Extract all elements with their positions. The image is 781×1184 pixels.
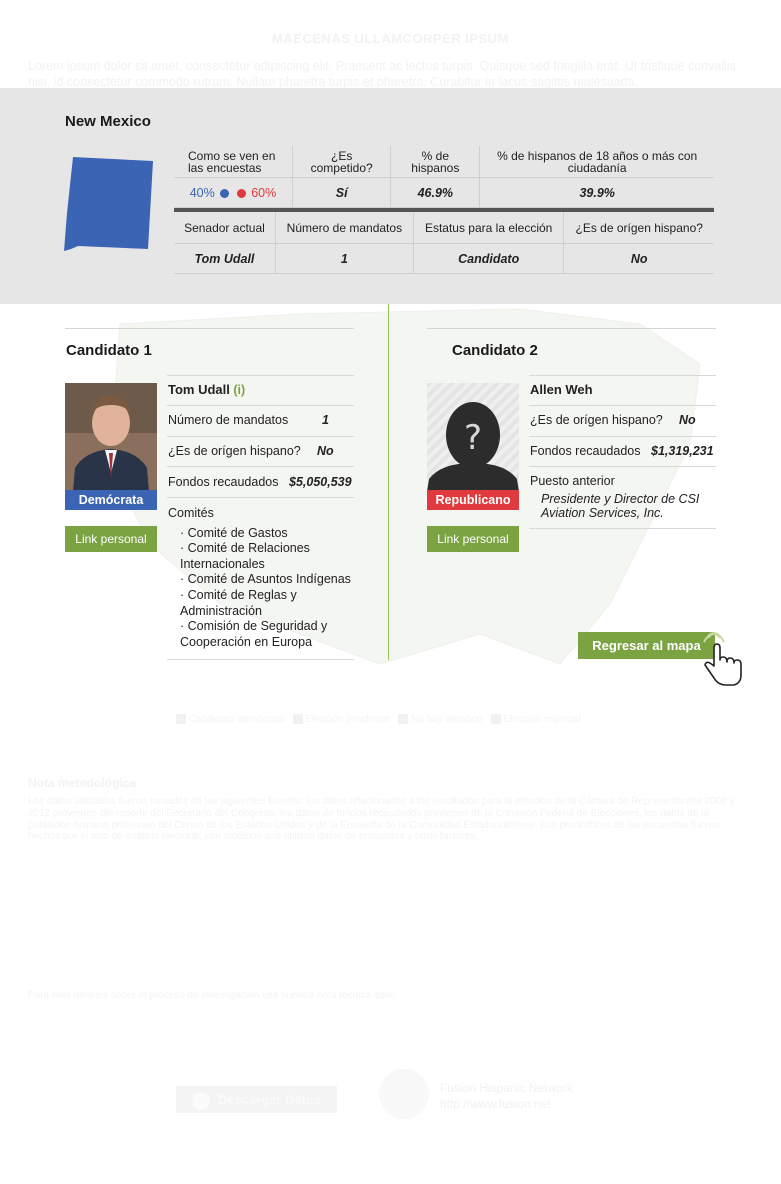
candidate2-placeholder-photo: ? — [427, 383, 519, 492]
senator-table: Senador actual Número de mandatos Estatu… — [174, 212, 714, 274]
hispanic-adult-value: 39.9% — [479, 177, 714, 208]
row-line — [167, 466, 354, 467]
committee-item: · Comisión de Seguridad y Cooperación en… — [180, 619, 328, 649]
download-icon — [191, 1091, 210, 1110]
network-url: http://www.fusion.net — [440, 1097, 551, 1111]
methodology-body: Los datos utilizados fueron tomados de l… — [28, 796, 735, 843]
network-logo-icon — [379, 1069, 429, 1119]
row-line — [529, 405, 716, 406]
legend-swatch — [292, 714, 303, 725]
legend-item: Elección especial — [503, 714, 581, 725]
back-to-map-label: Regresar al mapa — [592, 638, 701, 653]
row-line — [529, 375, 716, 376]
question-mark-icon: ? — [464, 418, 482, 458]
row-line — [529, 436, 716, 437]
state-name: New Mexico — [65, 113, 151, 130]
hispanic-value: No — [563, 243, 714, 274]
candidate1-committees-label: Comités — [168, 506, 214, 520]
candidate2-hispanic-value: No — [679, 413, 696, 427]
senator-header: Senador actual — [174, 212, 276, 244]
terms-header: Número de mandatos — [275, 212, 414, 244]
methodology-title: Nota metodológica — [28, 776, 137, 790]
candidate2-top-line — [427, 328, 716, 329]
network-name: Fusion Hispanic Network — [440, 1081, 573, 1095]
poll-header: Como se ven en las encuestas — [174, 146, 293, 178]
legend-item: Elección pendiente — [305, 714, 391, 725]
candidate1-top-line — [65, 328, 354, 329]
row-line — [167, 659, 354, 660]
legend-item: Candidato demócrata — [188, 714, 285, 725]
red-dot-icon — [236, 188, 246, 198]
download-data-button[interactable]: Descargar Datos — [176, 1086, 337, 1113]
legend-swatch — [398, 714, 409, 725]
candidate2-link-button[interactable]: Link personal — [427, 526, 519, 552]
network-info: Fusion Hispanic Network http://www.fusio… — [440, 1080, 573, 1112]
candidate1-funds-label: Fondos recaudados — [168, 475, 279, 489]
candidate2-hispanic-label: ¿Es de orígen hispano? — [530, 413, 663, 427]
candidates-divider — [388, 304, 389, 660]
candidate1-terms-value: 1 — [322, 413, 329, 427]
candidate2-funds-label: Fondos recaudados — [530, 444, 641, 458]
candidate1-terms-label: Número de mandatos — [168, 413, 289, 427]
legend: Candidato demócrata Elección pendiente N… — [176, 714, 581, 726]
legend-swatch — [176, 714, 186, 725]
incumbent-mark: (i) — [233, 383, 246, 397]
row-line — [167, 405, 354, 406]
candidate2-title: Candidato 2 — [452, 342, 538, 359]
candidate1-party-badge: Demócrata — [65, 490, 157, 510]
candidate2-prev-label: Puesto anterior — [530, 474, 615, 488]
hispanic-pct-header: % de hispanos — [390, 146, 481, 178]
candidate2-name: Allen Weh — [530, 382, 593, 397]
background-intro: Lorem ipsum dolor sit amet, consectetur … — [28, 59, 736, 88]
candidate1-link-button[interactable]: Link personal — [65, 526, 157, 552]
competitive-value: Sí — [292, 177, 392, 208]
competitive-header: ¿Es competido? — [292, 146, 392, 178]
hispanic-adult-header: % de hispanos de 18 años o más con ciuda… — [479, 146, 714, 178]
candidate1-photo — [65, 383, 157, 492]
candidate2-party-badge: Republicano — [427, 490, 519, 510]
back-to-map-button[interactable]: Regresar al mapa — [578, 632, 715, 659]
status-value: Candidato — [413, 243, 565, 274]
candidate2-prev-value: Presidente y Director de CSI Aviation Se… — [541, 492, 700, 520]
status-header: Estatus para la elección — [413, 212, 565, 244]
hand-cursor-icon — [703, 632, 742, 686]
committee-item: · Comité de Gastos — [180, 526, 288, 540]
candidate1-title: Candidato 1 — [66, 342, 152, 359]
state-panel: New Mexico Como se ven en las encuestas … — [0, 88, 781, 304]
candidate1-hispanic-value: No — [317, 444, 334, 458]
blue-dot-icon — [220, 188, 230, 198]
legend-item: No hay elección — [411, 714, 483, 725]
committee-item: · Comité de Relaciones Internacionales — [180, 541, 310, 571]
new-mexico-map-icon — [64, 157, 153, 251]
poll-table: Como se ven en las encuestas ¿Es competi… — [174, 146, 714, 208]
candidate2-funds-value: $1,319,231 — [651, 444, 714, 458]
candidate1-name: Tom Udall — [168, 382, 230, 397]
background-title: MAECENAS ULLAMCORPER IPSUM — [272, 31, 509, 46]
legend-swatch — [490, 714, 501, 725]
hispanic-header: ¿Es de orígen hispano? — [563, 212, 714, 244]
poll-red: 60% — [251, 185, 277, 200]
methodology-more: Para más detalles sobre el proceso de in… — [28, 990, 396, 1001]
candidate1-name-row: Tom Udall (i) — [168, 382, 245, 397]
poll-value: 40% 60% — [174, 177, 293, 208]
row-line — [167, 436, 354, 437]
senator-value: Tom Udall — [174, 243, 276, 274]
row-line — [529, 528, 716, 529]
row-line — [529, 466, 716, 467]
candidate1-hispanic-label: ¿Es de orígen hispano? — [168, 444, 301, 458]
download-label: Descargar Datos — [217, 1092, 322, 1107]
row-line — [167, 375, 354, 376]
committee-item: · Comité de Reglas y Administración — [180, 588, 297, 618]
row-line — [167, 497, 354, 498]
candidate1-funds-value: $5,050,539 — [289, 475, 352, 489]
committee-item: · Comité de Asuntos Indígenas — [180, 572, 351, 586]
hispanic-pct-value: 46.9% — [390, 177, 481, 208]
poll-blue: 40% — [189, 185, 215, 200]
terms-value: 1 — [275, 243, 414, 274]
